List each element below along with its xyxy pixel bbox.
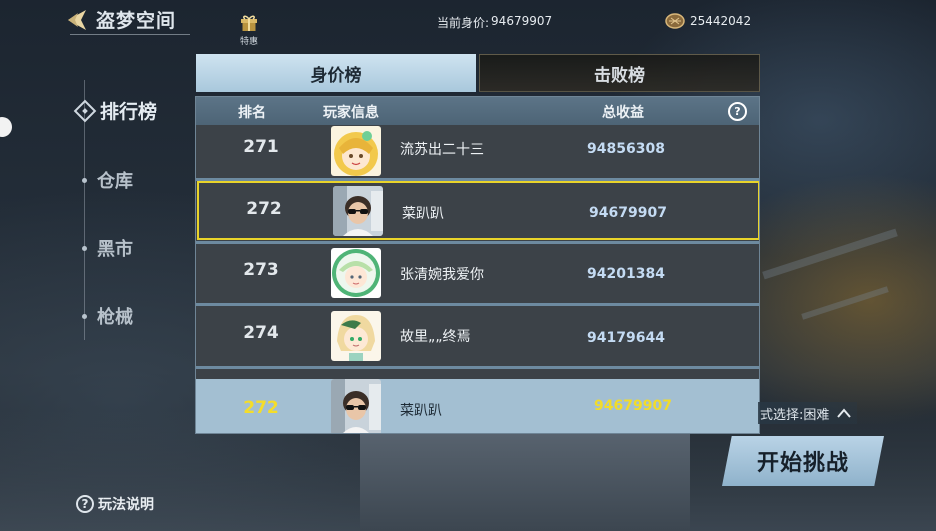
nav-dot-icon <box>82 313 87 319</box>
start-challenge-button[interactable]: 开始挑战 <box>722 436 884 486</box>
nav-item-guns[interactable]: 枪械 <box>78 303 133 329</box>
sunglasses-avatar-icon <box>333 186 383 236</box>
nav-dot-icon <box>82 177 87 183</box>
currency-display: 25442042 <box>664 11 751 31</box>
special-deal-button[interactable]: 特惠 <box>236 12 262 47</box>
leaderboard-table[interactable]: 排名 玩家信息 总收益 ? 271 流苏出二十三 94856308 272 菜趴… <box>195 96 760 434</box>
tab-label: 身价榜 <box>310 65 362 86</box>
table-header: 排名 玩家信息 总收益 ? <box>196 97 759 125</box>
table-row-partial <box>196 369 759 379</box>
row-rank: 274 <box>243 323 279 343</box>
player-income: 94856308 <box>587 141 665 157</box>
current-worth-value: 94679907 <box>491 14 553 28</box>
player-name: 张清婉我爱你 <box>400 267 484 283</box>
table-row[interactable]: 274 故里„„终焉 94179644 <box>196 306 759 366</box>
player-name: 故里„„终焉 <box>400 329 471 345</box>
chevron-up-icon <box>837 408 852 418</box>
player-income: 94679907 <box>589 205 667 221</box>
my-rank-row[interactable]: 272 菜趴趴 94679907 <box>196 379 759 433</box>
background-debris <box>762 228 898 280</box>
coin-icon <box>665 13 685 29</box>
player-avatar[interactable] <box>331 248 381 298</box>
background-panel <box>360 420 690 531</box>
player-income: 94179644 <box>587 330 665 346</box>
nav-item-label: 排行榜 <box>100 101 158 123</box>
header-rank: 排名 <box>238 105 266 121</box>
nav-item-label: 黑市 <box>97 239 133 260</box>
player-avatar[interactable] <box>331 126 381 176</box>
my-income: 94679907 <box>594 398 672 414</box>
my-avatar[interactable] <box>331 379 381 433</box>
player-name: 流苏出二十三 <box>400 142 484 158</box>
player-name: 菜趴趴 <box>402 206 444 222</box>
anime-avatar-green-icon <box>331 248 381 298</box>
question-icon: ? <box>76 495 94 513</box>
coin-value: 25442042 <box>690 14 752 28</box>
anime-avatar-yellow-icon <box>331 126 381 176</box>
back-arrow-icon <box>68 9 86 30</box>
row-rank: 272 <box>246 199 282 219</box>
header-income: 总收益 <box>602 105 644 121</box>
help-icon[interactable]: ? <box>728 102 747 121</box>
anime-avatar-blonde-icon <box>331 311 381 361</box>
current-worth-label: 当前身价: <box>437 16 490 30</box>
back-button[interactable]: 盗梦空间 <box>64 6 176 33</box>
special-deal-label: 特惠 <box>239 37 258 47</box>
my-rank: 272 <box>243 398 279 418</box>
diamond-icon <box>73 99 97 122</box>
tab-label: 击败榜 <box>594 65 645 86</box>
row-rank: 273 <box>243 260 279 280</box>
how-to-play-link[interactable]: ? 玩法说明 <box>76 494 154 514</box>
edge-dot <box>0 117 12 137</box>
tab-defeat-ranking[interactable]: 击败榜 <box>479 54 760 92</box>
player-avatar[interactable] <box>333 186 383 236</box>
current-worth: 当前身价: 94679907 <box>437 14 552 31</box>
title-underline <box>70 34 190 35</box>
how-to-play-label: 玩法说明 <box>98 497 154 513</box>
difficulty-label: 式选择:困难 <box>760 407 830 423</box>
tab-worth-ranking[interactable]: 身价榜 <box>196 54 476 92</box>
table-row[interactable]: 271 流苏出二十三 94856308 <box>196 125 759 178</box>
start-challenge-label: 开始挑战 <box>756 451 849 476</box>
gift-icon <box>241 15 257 31</box>
player-avatar[interactable] <box>331 311 381 361</box>
my-name: 菜趴趴 <box>400 403 442 419</box>
table-row-current-player[interactable]: 272 菜趴趴 94679907 <box>197 181 759 240</box>
table-row[interactable]: 273 张清婉我爱你 94201384 <box>196 244 759 303</box>
player-income: 94201384 <box>587 266 665 282</box>
nav-item-black-market[interactable]: 黑市 <box>78 235 133 261</box>
difficulty-selector[interactable]: 式选择:困难 <box>758 402 858 424</box>
nav-item-warehouse[interactable]: 仓库 <box>78 167 133 193</box>
nav-item-label: 枪械 <box>97 307 133 328</box>
sunglasses-avatar-icon <box>331 379 381 433</box>
background-debris <box>801 286 889 320</box>
row-rank: 271 <box>243 137 279 157</box>
nav-item-leaderboard[interactable]: 排行榜 <box>73 97 158 124</box>
header-player: 玩家信息 <box>323 105 379 121</box>
nav-item-label: 仓库 <box>97 171 133 192</box>
page-title: 盗梦空间 <box>96 10 177 32</box>
nav-dot-icon <box>82 245 87 251</box>
